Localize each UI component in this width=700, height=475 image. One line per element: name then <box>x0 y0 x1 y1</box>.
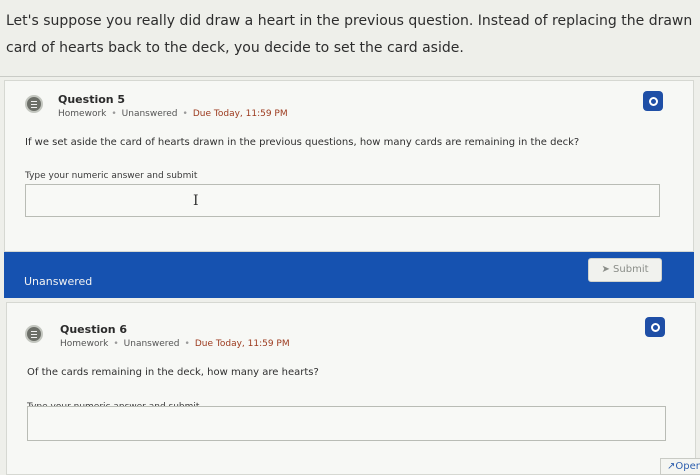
open-tab-label: Open i <box>675 461 700 472</box>
intro-text: Let's suppose you really did draw a hear… <box>6 13 693 56</box>
question-type: Homework <box>60 339 109 349</box>
question-title: Question 6 <box>60 323 128 336</box>
question-meta: Homework • Unanswered • Due Today, 11:59 PM <box>58 109 288 119</box>
question-meta: Homework • Unanswered • Due Today, 11:59 PM <box>60 339 290 349</box>
question-status: Unanswered <box>121 109 178 119</box>
open-tab[interactable]: ↗Open i <box>660 458 700 475</box>
status-label: Unanswered <box>24 275 93 288</box>
status-bar: Unanswered ➤ Submit <box>4 252 694 298</box>
question-status: Unanswered <box>123 339 180 349</box>
question-title: Question 5 <box>58 93 126 106</box>
send-arrow-icon: ➤ <box>601 264 610 275</box>
question-due: Due Today, 11:59 PM <box>194 339 290 349</box>
question-type: Homework <box>58 109 107 119</box>
info-icon[interactable] <box>645 317 665 337</box>
info-icon[interactable] <box>643 91 663 111</box>
answer-input[interactable] <box>27 406 666 441</box>
answer-input[interactable] <box>25 184 660 217</box>
question-list-icon <box>25 95 43 113</box>
question-card: Question 5 Homework • Unanswered • Due Today… <box>4 80 694 252</box>
text-cursor-icon: I <box>193 193 199 209</box>
submit-button[interactable]: ➤ Submit <box>588 258 662 282</box>
answer-hint: Type your numeric answer and submit <box>25 171 198 181</box>
question-text: Of the cards remaining in the deck, how … <box>27 367 319 378</box>
question-due: Due Today, 11:59 PM <box>192 109 288 119</box>
question-list-icon <box>25 325 43 343</box>
divider <box>0 76 700 77</box>
question-text: If we set aside the card of hearts drawn… <box>25 137 580 148</box>
question-card: Question 6 Homework • Unanswered • Due Today… <box>6 302 696 475</box>
submit-label: Submit <box>613 264 649 275</box>
